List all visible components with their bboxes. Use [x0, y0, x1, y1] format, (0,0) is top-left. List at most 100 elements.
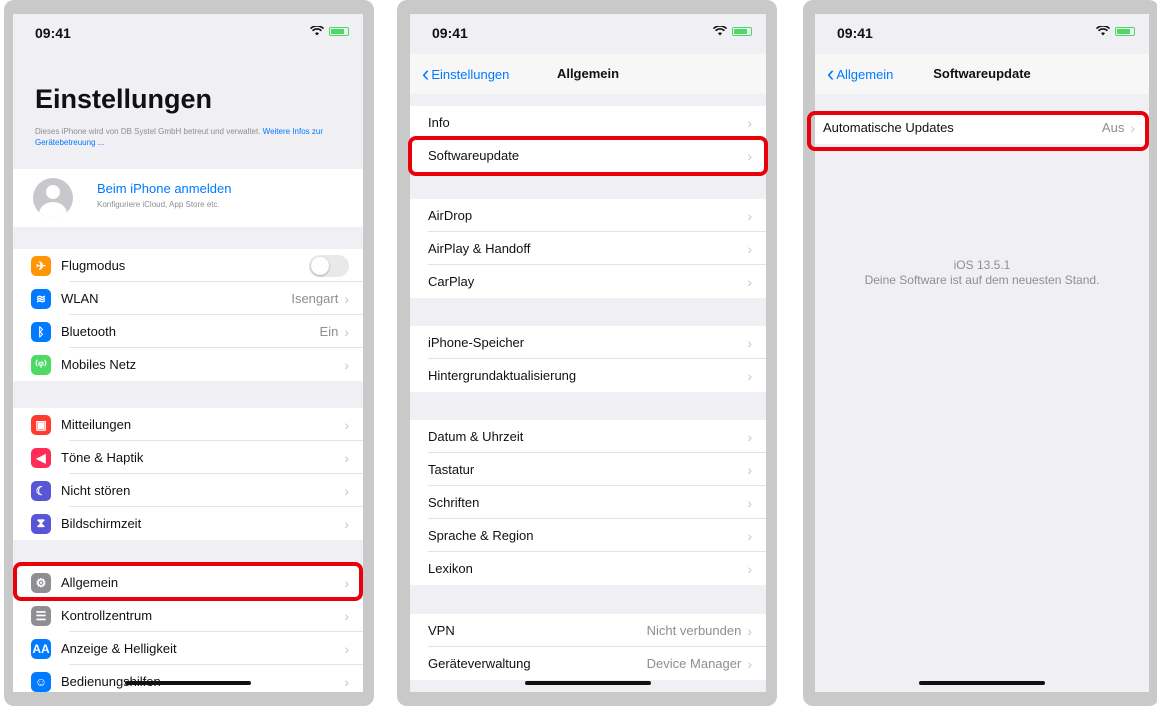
navigation-bar: ‹ Einstellungen Allgemein: [410, 54, 766, 94]
home-indicator: [125, 681, 251, 685]
settings-row-hintergrundaktualisierung[interactable]: Hintergrundaktualisierung ›: [410, 359, 766, 392]
settings-row-wlan[interactable]: ≋ WLAN Isengart ›: [13, 282, 363, 315]
update-status-text: Deine Software ist auf dem neuesten Stan…: [864, 273, 1100, 287]
chevron-right-icon: ›: [344, 482, 349, 499]
hourglass-icon: ⧗: [31, 513, 51, 534]
chevron-right-icon: ›: [344, 607, 349, 624]
settings-group-notifications: ▣ Mitteilungen › ◀ Töne & Haptik › ☾ Nicht stör…: [13, 408, 363, 540]
row-value: Nicht verbunden: [646, 623, 742, 638]
settings-row-schriften[interactable]: Schriften ›: [410, 486, 766, 519]
chevron-right-icon: ›: [747, 461, 752, 478]
status-time: 09:41: [432, 25, 468, 41]
row-value: Isengart: [291, 291, 339, 306]
status-bar: 09:41: [410, 14, 766, 50]
status-bar: 09:41: [815, 14, 1149, 50]
row-label: CarPlay: [428, 274, 475, 289]
status-time: 09:41: [837, 25, 873, 41]
airplane-icon: ✈: [31, 255, 51, 276]
settings-row-carplay[interactable]: CarPlay ›: [410, 265, 766, 298]
settings-row-bedienungshilfen[interactable]: ☺ Bedienungshilfen ›: [13, 665, 363, 692]
chevron-right-icon: ›: [747, 560, 752, 577]
status-bar: 09:41: [13, 14, 363, 50]
home-indicator: [525, 681, 651, 685]
row-label: Datum & Uhrzeit: [428, 429, 524, 444]
chevron-right-icon: ›: [747, 655, 752, 672]
settings-row-nicht-storen[interactable]: ☾ Nicht stören ›: [13, 474, 363, 507]
settings-row-mobiles-netz[interactable]: ⁽ᵠ⁾ Mobiles Netz ›: [13, 348, 363, 381]
settings-row-sprache-region[interactable]: Sprache & Region ›: [410, 519, 766, 552]
brightness-icon: AA: [31, 638, 51, 659]
antenna-icon: ⁽ᵠ⁾: [31, 354, 51, 375]
account-subtitle: Konfiguriere iCloud, App Store etc.: [97, 200, 220, 209]
page-title: Einstellungen: [35, 84, 213, 114]
chevron-right-icon: ›: [747, 334, 752, 351]
general-group-4: Datum & Uhrzeit › Tastatur › Schriften › Sprac…: [410, 420, 766, 585]
settings-row-kontrollzentrum[interactable]: ☰ Kontrollzentrum ›: [13, 599, 363, 632]
settings-row-tone-haptik[interactable]: ◀ Töne & Haptik ›: [13, 441, 363, 474]
row-label: Hintergrundaktualisierung: [428, 368, 577, 383]
account-row[interactable]: Beim iPhone anmelden Konfiguriere iCloud…: [13, 169, 363, 227]
chevron-right-icon: ›: [747, 273, 752, 290]
nav-title: Softwareupdate: [933, 66, 1031, 81]
settings-row-iphone-speicher[interactable]: iPhone-Speicher ›: [410, 326, 766, 359]
settings-row-lexikon[interactable]: Lexikon ›: [410, 552, 766, 585]
management-notice: Dieses iPhone wird von DB Systel GmbH be…: [35, 126, 335, 148]
settings-row-anzeige-helligkeit[interactable]: AA Anzeige & Helligkeit ›: [13, 632, 363, 665]
row-label: Bluetooth: [61, 324, 116, 339]
row-label: Lexikon: [428, 561, 473, 576]
moon-icon: ☾: [31, 480, 51, 501]
management-text: Dieses iPhone wird von DB Systel GmbH be…: [35, 127, 261, 136]
settings-row-airplay-handoff[interactable]: AirPlay & Handoff ›: [410, 232, 766, 265]
chevron-right-icon: ›: [344, 356, 349, 373]
chevron-right-icon: ›: [344, 416, 349, 433]
highlight-automatische-updates: [807, 111, 1149, 151]
settings-row-vpn[interactable]: VPN Nicht verbunden ›: [410, 614, 766, 647]
row-label: Sprache & Region: [428, 528, 534, 543]
update-status: iOS 13.5.1 Deine Software ist auf dem ne…: [815, 258, 1149, 288]
row-label: WLAN: [61, 291, 99, 306]
general-group-3: iPhone-Speicher › Hintergrundaktualisierun…: [410, 326, 766, 392]
chevron-right-icon: ›: [747, 367, 752, 384]
chevron-right-icon: ›: [344, 323, 349, 340]
status-time: 09:41: [35, 25, 71, 41]
row-label: Geräteverwaltung: [428, 656, 531, 671]
chevron-right-icon: ›: [747, 240, 752, 257]
chevron-right-icon: ›: [344, 515, 349, 532]
settings-row-airdrop[interactable]: AirDrop ›: [410, 199, 766, 232]
chevron-right-icon: ›: [344, 290, 349, 307]
settings-row-datum-uhrzeit[interactable]: Datum & Uhrzeit ›: [410, 420, 766, 453]
row-label: Töne & Haptik: [61, 450, 144, 465]
settings-row-mitteilungen[interactable]: ▣ Mitteilungen ›: [13, 408, 363, 441]
settings-group-connectivity: ✈ Flugmodus ≋ WLAN Isengart › ᛒ Bluetooth Ein › ⁽ᵠ…: [13, 249, 363, 381]
chevron-right-icon: ›: [747, 494, 752, 511]
settings-row-info[interactable]: Info ›: [410, 106, 766, 139]
account-title: Beim iPhone anmelden: [97, 181, 232, 196]
settings-row-bluetooth[interactable]: ᛒ Bluetooth Ein ›: [13, 315, 363, 348]
chevron-right-icon: ›: [344, 640, 349, 657]
airplane-mode-toggle[interactable]: [309, 254, 349, 277]
settings-row-tastatur[interactable]: Tastatur ›: [410, 453, 766, 486]
chevron-right-icon: ›: [747, 114, 752, 131]
chevron-right-icon: ›: [747, 527, 752, 544]
row-label: Bildschirmzeit: [61, 516, 142, 531]
avatar-icon: [33, 178, 73, 218]
navigation-bar: ‹ Allgemein Softwareupdate: [815, 54, 1149, 94]
chevron-right-icon: ›: [344, 673, 349, 690]
battery-icon: [1115, 26, 1135, 36]
settings-row-bildschirmzeit[interactable]: ⧗ Bildschirmzeit ›: [13, 507, 363, 540]
wifi-status-icon: [1096, 26, 1110, 36]
speaker-icon: ◀: [31, 447, 51, 468]
settings-row-flugmodus[interactable]: ✈ Flugmodus: [13, 249, 363, 282]
toggle-knob: [311, 256, 329, 275]
bluetooth-icon: ᛒ: [31, 321, 51, 342]
general-group-5: VPN Nicht verbunden › Geräteverwaltung Devic…: [410, 614, 766, 680]
settings-row-gerateverwaltung[interactable]: Geräteverwaltung Device Manager ›: [410, 647, 766, 680]
general-group-2: AirDrop › AirPlay & Handoff › CarPlay ›: [410, 199, 766, 298]
row-label: iPhone-Speicher: [428, 335, 525, 350]
chevron-right-icon: ›: [344, 449, 349, 466]
row-label: Schriften: [428, 495, 480, 510]
switches-icon: ☰: [31, 605, 51, 626]
row-label: Mobiles Netz: [61, 357, 137, 372]
highlight-softwareupdate: [408, 136, 768, 176]
wifi-status-icon: [713, 26, 727, 36]
